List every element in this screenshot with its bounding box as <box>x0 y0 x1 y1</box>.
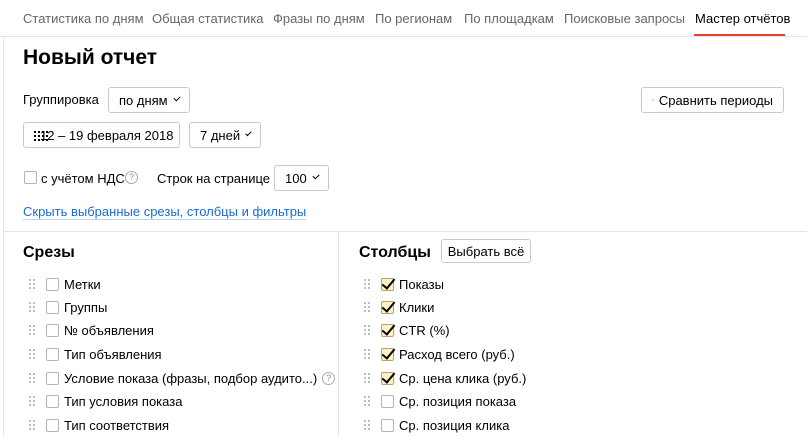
list-item: Расход всего (руб.) <box>364 345 515 363</box>
date-range-value: 12 – 19 февраля 2018 <box>40 127 174 143</box>
item-label: № объявления <box>64 322 154 338</box>
item-checkbox[interactable] <box>381 371 394 385</box>
item-checkbox[interactable] <box>46 300 59 314</box>
toggle-filters-link[interactable]: Скрыть выбранные срезы, столбцы и фильтр… <box>23 204 307 220</box>
drag-handle-icon[interactable] <box>364 302 370 312</box>
tab-phrases-daily[interactable]: Фразы по дням <box>273 11 365 26</box>
item-checkbox[interactable] <box>381 418 394 432</box>
drag-handle-icon[interactable] <box>364 325 370 335</box>
select-all-label: Выбрать всё <box>447 243 525 259</box>
drag-handle-icon[interactable] <box>364 373 370 383</box>
report-tabs: Статистика по дням Общая статистика Фраз… <box>0 0 807 37</box>
rows-per-page-select[interactable]: 100 <box>274 165 329 191</box>
list-item: Клики <box>364 298 434 316</box>
period-select[interactable]: 7 дней <box>189 122 261 148</box>
item-label: Метки <box>64 276 101 292</box>
drag-handle-icon[interactable] <box>364 420 370 430</box>
chevron-down-icon <box>173 94 181 102</box>
tab-general-stats[interactable]: Общая статистика <box>152 11 264 26</box>
grouping-label: Группировка <box>23 92 99 107</box>
item-label: Тип условия показа <box>64 393 183 409</box>
divider <box>338 231 339 437</box>
item-label: Ср. цена клика (руб.) <box>399 370 527 386</box>
date-range-picker[interactable]: 12 – 19 февраля 2018 <box>23 122 180 148</box>
list-item: Ср. позиция показа <box>364 392 516 410</box>
vat-label: с учётом НДС <box>41 171 125 186</box>
item-label: Клики <box>399 299 435 315</box>
item-checkbox[interactable] <box>46 394 59 408</box>
drag-handle-icon[interactable] <box>29 325 35 335</box>
grouping-select[interactable]: по дням <box>108 87 190 113</box>
item-checkbox[interactable] <box>381 300 394 314</box>
drag-handle-icon[interactable] <box>29 279 35 289</box>
item-checkbox[interactable] <box>381 347 394 361</box>
rows-per-page-value: 100 <box>285 170 307 186</box>
vat-checkbox[interactable] <box>24 171 37 184</box>
item-checkbox[interactable] <box>46 347 59 361</box>
list-item: Условие показа (фразы, подбор аудито...)… <box>29 369 336 387</box>
tab-report-wizard[interactable]: Мастер отчётов <box>695 11 790 26</box>
drag-handle-icon[interactable] <box>29 349 35 359</box>
compare-periods-label: Сравнить периоды <box>658 92 773 108</box>
item-label: CTR (%) <box>399 322 450 338</box>
item-checkbox[interactable] <box>381 323 394 337</box>
item-label: Ср. позиция показа <box>399 393 517 409</box>
chevron-down-icon <box>312 172 320 180</box>
drag-handle-icon[interactable] <box>29 302 35 312</box>
item-checkbox[interactable] <box>46 418 59 432</box>
tab-by-region[interactable]: По регионам <box>375 11 452 26</box>
item-label: Условие показа (фразы, подбор аудито...) <box>64 370 318 386</box>
drag-handle-icon[interactable] <box>29 396 35 406</box>
drag-handle-icon[interactable] <box>364 349 370 359</box>
list-item: CTR (%) <box>364 321 450 339</box>
columns-title: Столбцы <box>359 244 431 261</box>
list-item: Ср. цена клика (руб.) <box>364 369 526 387</box>
period-value: 7 дней <box>200 127 241 143</box>
page-title: Новый отчет <box>23 46 158 69</box>
item-label: Группы <box>64 299 108 315</box>
list-item: № объявления <box>29 321 154 339</box>
select-all-button[interactable]: Выбрать всё <box>441 239 531 263</box>
drag-handle-icon[interactable] <box>29 373 35 383</box>
help-icon[interactable]: ? <box>125 171 138 184</box>
list-item: Тип объявления <box>29 345 162 363</box>
panel-border <box>3 37 4 437</box>
list-item: Тип условия показа <box>29 392 182 410</box>
tab-daily-stats[interactable]: Статистика по дням <box>23 11 144 26</box>
item-checkbox[interactable] <box>46 323 59 337</box>
list-item: Показы <box>364 275 444 293</box>
drag-handle-icon[interactable] <box>364 396 370 406</box>
item-checkbox[interactable] <box>46 277 59 291</box>
list-item: Ср. позиция клика <box>364 416 509 434</box>
drag-handle-icon[interactable] <box>364 279 370 289</box>
grouping-value: по дням <box>119 92 168 108</box>
help-icon[interactable]: ? <box>322 371 336 385</box>
tab-search-queries[interactable]: Поисковые запросы <box>564 11 685 26</box>
drag-handle-icon[interactable] <box>29 420 35 430</box>
item-label: Показы <box>399 276 444 292</box>
slices-title: Срезы <box>23 244 75 261</box>
item-label: Тип объявления <box>64 346 162 362</box>
compare-icon <box>652 99 654 101</box>
tab-by-site[interactable]: По площадкам <box>464 11 554 26</box>
item-label: Ср. позиция клика <box>399 417 510 433</box>
rows-per-page-label: Строк на странице <box>157 171 271 186</box>
compare-periods-button[interactable]: Сравнить периоды <box>641 87 784 113</box>
item-checkbox[interactable] <box>381 277 394 291</box>
list-item: Тип соответствия <box>29 416 169 434</box>
chevron-down-icon <box>245 129 252 137</box>
divider <box>3 231 807 232</box>
item-checkbox[interactable] <box>46 371 59 385</box>
item-label: Тип соответствия <box>64 417 170 433</box>
item-label: Расход всего (руб.) <box>399 346 515 362</box>
item-checkbox[interactable] <box>381 394 394 408</box>
list-item: Группы <box>29 298 107 316</box>
list-item: Метки <box>29 275 101 293</box>
active-tab-indicator <box>694 34 785 36</box>
